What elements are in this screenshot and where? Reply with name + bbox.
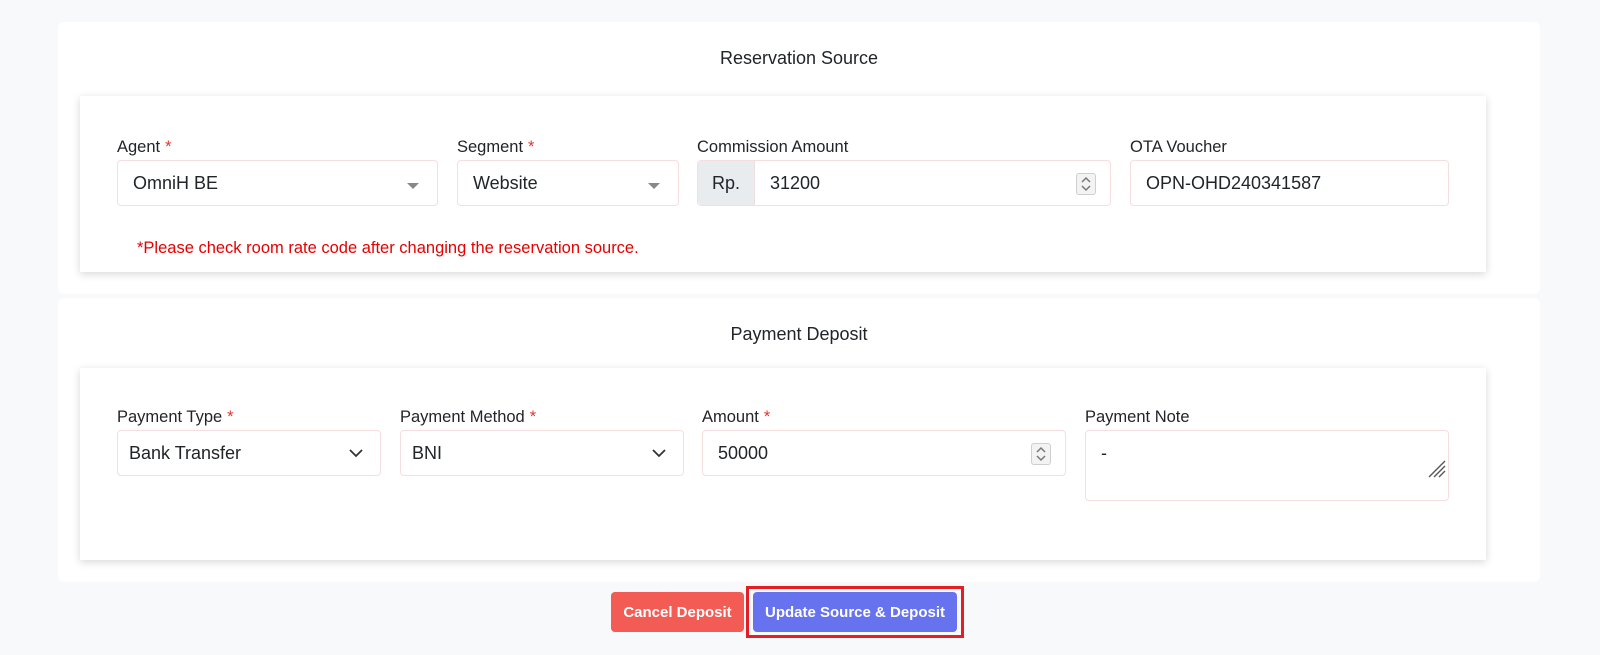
currency-prefix: Rp. <box>698 161 755 205</box>
ota-voucher-value: OPN-OHD240341587 <box>1146 172 1322 193</box>
required-mark: * <box>529 408 537 426</box>
ota-voucher-label: OTA Voucher <box>1130 138 1227 156</box>
commission-value: 31200 <box>770 172 821 193</box>
chevron-down-icon <box>652 449 666 458</box>
payment-deposit-card: Payment Type * Bank Transfer Payment Meth… <box>80 368 1486 560</box>
agent-select[interactable]: OmniH BE <box>117 160 438 206</box>
ota-voucher-field: OTA Voucher OPN-OHD240341587 <box>1130 138 1449 208</box>
cancel-deposit-button[interactable]: Cancel Deposit <box>611 592 744 632</box>
payment-deposit-title: Payment Deposit <box>730 324 868 344</box>
payment-deposit-section: Payment Deposit Payment Type * Bank Trans… <box>58 298 1540 582</box>
segment-label: Segment <box>457 138 524 156</box>
agent-value: OmniH BE <box>133 172 219 193</box>
agent-field: Agent * OmniH BE <box>117 138 438 208</box>
amount-label: Amount <box>702 408 759 426</box>
required-mark: * <box>763 408 771 426</box>
required-mark: * <box>528 138 535 156</box>
chevron-down-icon <box>349 449 363 458</box>
reservation-source-section: Reservation Source Agent * OmniH BE Segme… <box>58 22 1540 294</box>
commission-label: Commission Amount <box>697 138 849 156</box>
payment-note-field: Payment Note - <box>1085 408 1449 503</box>
reservation-source-title: Reservation Source <box>719 48 879 68</box>
highlight-box <box>746 586 964 638</box>
commission-input[interactable]: Rp. 31200 <box>697 160 1111 206</box>
payment-type-field: Payment Type * Bank Transfer <box>117 408 381 478</box>
segment-field: Segment * Website <box>457 138 679 208</box>
payment-method-field: Payment Method * BNI <box>400 408 684 478</box>
segment-select[interactable]: Website <box>457 160 679 206</box>
segment-value: Website <box>473 172 538 193</box>
reservation-source-warning: *Please check room rate code after chang… <box>137 239 639 257</box>
amount-value: 50000 <box>718 442 769 463</box>
number-spinner-icon[interactable] <box>1076 173 1096 195</box>
required-mark: * <box>165 138 172 156</box>
payment-method-value: BNI <box>412 442 443 463</box>
reservation-source-card: Agent * OmniH BE Segment * Website Commiss… <box>80 96 1486 272</box>
payment-type-label: Payment Type <box>117 408 223 426</box>
payment-method-select[interactable]: BNI <box>400 430 684 476</box>
payment-type-value: Bank Transfer <box>129 442 242 463</box>
payment-type-select[interactable]: Bank Transfer <box>117 430 381 476</box>
ota-voucher-input[interactable]: OPN-OHD240341587 <box>1130 160 1449 206</box>
caret-down-icon <box>407 183 419 189</box>
payment-note-textarea[interactable]: - <box>1085 430 1449 501</box>
agent-label: Agent <box>117 138 161 156</box>
payment-method-label: Payment Method <box>400 408 525 426</box>
amount-input[interactable]: 50000 <box>702 430 1066 476</box>
commission-field: Commission Amount Rp. 31200 <box>697 138 1111 208</box>
required-mark: * <box>227 408 234 426</box>
caret-down-icon <box>648 183 660 189</box>
number-spinner-icon[interactable] <box>1031 443 1051 465</box>
resize-grip-icon[interactable] <box>1425 457 1447 479</box>
payment-note-label: Payment Note <box>1085 408 1190 426</box>
amount-field: Amount * 50000 <box>702 408 1066 478</box>
